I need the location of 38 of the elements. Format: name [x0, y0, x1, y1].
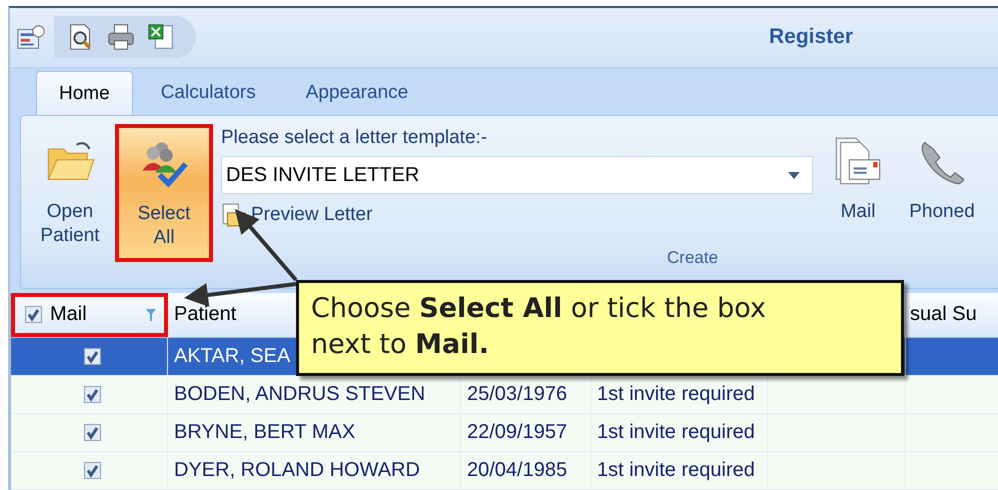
- window-title: Register: [768, 25, 853, 50]
- table-cell: 1st invite required: [597, 458, 755, 482]
- row-checkbox[interactable]: [84, 386, 100, 403]
- row-checkbox[interactable]: [84, 348, 100, 365]
- preview-letter-button[interactable]: Preview Letter: [221, 194, 401, 236]
- mail-column-header[interactable]: Mail: [11, 292, 168, 337]
- letter-icon: [221, 202, 247, 228]
- ribbon-tab[interactable]: Home: [36, 71, 133, 116]
- table-cell: 1st invite required: [597, 382, 755, 406]
- callout-text: next to Mail.: [311, 328, 489, 362]
- callout-text: Choose Select All or tick the box: [311, 292, 766, 326]
- table-cell: BRYNE, BERT MAX: [174, 420, 356, 444]
- phoned-button[interactable]: Phoned: [903, 124, 981, 262]
- open-patient-button[interactable]: Open Patient: [31, 124, 109, 262]
- template-dropdown[interactable]: DES INVITE LETTER: [221, 156, 813, 194]
- filter-icon[interactable]: [146, 308, 156, 321]
- row-checkbox[interactable]: [84, 424, 100, 441]
- table-cell: 25/03/1976: [467, 382, 568, 406]
- table-cell: 1st invite required: [597, 420, 755, 444]
- table-cell: 22/09/1957: [467, 420, 568, 444]
- table-row[interactable]: DYER, ROLAND HOWARD 20/04/1985 1st invite required: [11, 452, 998, 490]
- caret-icon: [788, 172, 800, 179]
- mail-button[interactable]: Mail: [819, 124, 897, 262]
- template-label: Please select a letter template:-: [221, 126, 488, 150]
- table-cell: 20/04/1985: [467, 458, 568, 482]
- select-all-button[interactable]: Select All: [115, 124, 213, 262]
- ribbon-tab[interactable]: Appearance: [284, 71, 430, 116]
- column-header[interactable]: sual Su: [906, 292, 998, 337]
- printer-icon[interactable]: [106, 22, 136, 52]
- header-checkbox[interactable]: [25, 306, 42, 324]
- row-checkbox[interactable]: [84, 462, 100, 479]
- table-cell: DYER, ROLAND HOWARD: [174, 458, 420, 482]
- table-cell: BODEN, ANDRUS STEVEN: [174, 382, 426, 406]
- ribbon-tab[interactable]: Calculators: [138, 71, 278, 116]
- table-row[interactable]: BRYNE, BERT MAX 22/09/1957 1st invite required: [11, 414, 998, 452]
- column-header-label: Mail: [50, 303, 87, 326]
- table-cell: AKTAR, SEA: [174, 344, 290, 368]
- group-label: Create: [667, 248, 718, 268]
